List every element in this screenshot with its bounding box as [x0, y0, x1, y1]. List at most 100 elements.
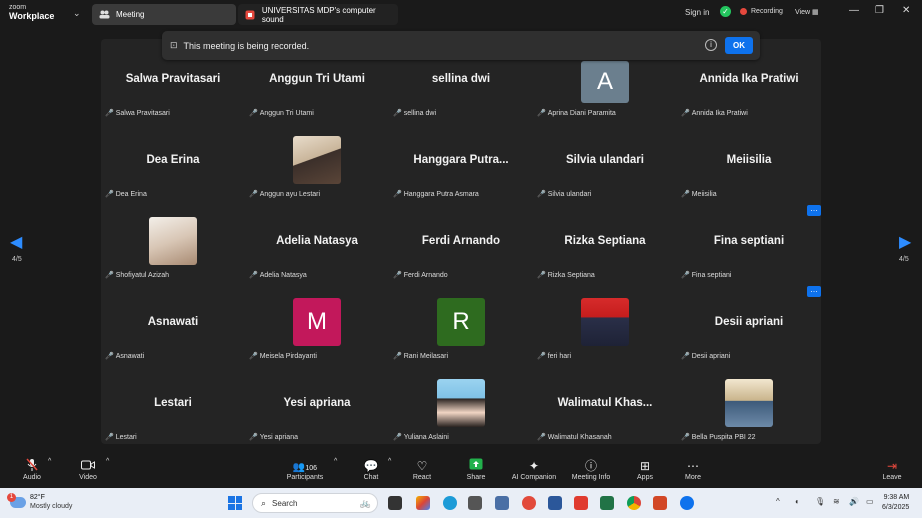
participants-icon: 👥106	[292, 462, 318, 473]
taskbar-clock[interactable]: 9:38 AM 6/3/2025	[882, 493, 909, 513]
mic-muted-icon: 🎤	[393, 191, 402, 198]
volume-icon[interactable]: 🔊	[849, 497, 859, 506]
apps-button[interactable]: ⊞ Apps	[634, 458, 656, 481]
minimize-icon[interactable]: —	[849, 5, 859, 16]
mic-muted-icon: 🎤	[393, 434, 402, 441]
battery-icon[interactable]: ▭	[866, 497, 874, 506]
participant-tile[interactable]: Silvia ulandari 🎤 Silvia ulandari	[533, 120, 677, 201]
participant-tile[interactable]: M 🎤 Meisela Pirdayanti	[245, 282, 389, 363]
store-icon[interactable]	[468, 496, 482, 510]
mic-muted-icon: 🎤	[249, 353, 258, 360]
more-button[interactable]: ⋯ More	[682, 458, 704, 481]
participant-tile[interactable]: Fina septiani 🎤 Fina septiani	[677, 201, 821, 282]
mic-muted-icon: 🎤	[681, 353, 690, 360]
ai-companion-button[interactable]: ✦ AI Companion	[510, 458, 558, 481]
wifi-icon[interactable]: ≋	[833, 497, 840, 506]
participant-tile[interactable]: Meiisilia 🎤 Meiisilia	[677, 120, 821, 201]
meeting-info-button[interactable]: ⓘ Meeting Info	[569, 458, 613, 481]
tab-share-screen[interactable]: UNIVERSITAS MDP's computer sound	[238, 4, 398, 25]
close-icon[interactable]: ✕	[902, 5, 910, 16]
avatar-photo	[293, 136, 341, 184]
participant-tile[interactable]: Adelia Natasya 🎤 Adelia Natasya	[245, 201, 389, 282]
sign-in-link[interactable]: Sign in	[685, 8, 709, 17]
zoom-logo[interactable]: zoom Workplace	[9, 3, 54, 21]
view-button[interactable]: View ▦	[795, 8, 819, 16]
audio-caret-icon[interactable]: ^	[48, 458, 51, 465]
edge-icon[interactable]	[443, 496, 457, 510]
participant-tile[interactable]: 🎤 feri hari	[533, 282, 677, 363]
windows-start-icon[interactable]	[228, 496, 242, 510]
participant-tile[interactable]: 🎤 Yuliana Aslaini	[389, 363, 533, 444]
file-explorer-icon[interactable]	[495, 496, 509, 510]
participant-name-label: 🎤 Bella Puspita PBI 22	[681, 433, 756, 442]
pdf-icon[interactable]	[574, 496, 588, 510]
participant-name-label: 🎤 Yuliana Aslaini	[393, 433, 449, 442]
next-page-icon[interactable]: ▶	[899, 232, 911, 252]
tab-meeting[interactable]: Meeting	[92, 4, 236, 25]
participant-display-name: Lestari	[154, 397, 192, 409]
participant-tile[interactable]: Yesi apriana 🎤 Yesi apriana	[245, 363, 389, 444]
chat-button[interactable]: 💬 Chat	[360, 458, 382, 481]
copilot-icon[interactable]	[416, 496, 430, 510]
participant-label-text: Dea Erina	[115, 190, 147, 198]
share-button[interactable]: Share	[463, 458, 489, 481]
participant-tile[interactable]: Lestari 🎤 Lestari	[101, 363, 245, 444]
prev-page-icon[interactable]: ◀	[10, 232, 22, 252]
share-screen-icon	[463, 458, 489, 474]
browser-icon[interactable]	[522, 496, 536, 510]
recording-label: Recording	[751, 8, 783, 15]
more-options-icon[interactable]: …	[807, 205, 821, 216]
react-button[interactable]: ♡ React	[410, 458, 434, 481]
mic-muted-icon: 🎤	[393, 110, 402, 117]
avatar: R	[437, 298, 485, 346]
mic-muted-icon: 🎤	[393, 272, 402, 279]
participant-tile[interactable]: 🎤 Anggun ayu Lestari	[245, 120, 389, 201]
shield-check-icon[interactable]: ✓	[720, 6, 731, 17]
info-icon[interactable]: i	[705, 39, 717, 51]
recording-indicator[interactable]: Recording	[740, 8, 783, 15]
participant-label-text: Meiisilia	[691, 190, 717, 198]
participant-tile[interactable]: Asnawati 🎤 Asnawati	[101, 282, 245, 363]
clock-date: 6/3/2025	[882, 504, 910, 511]
taskbar-search[interactable]: ⌕ Search 🚲	[252, 493, 378, 513]
participant-tile[interactable]: R 🎤 Rani Meilasari	[389, 282, 533, 363]
participants-caret-icon[interactable]: ^	[334, 458, 337, 465]
participant-tile[interactable]: Walimatul Khas... 🎤 Walimatul Khasanah	[533, 363, 677, 444]
word-icon[interactable]	[548, 496, 562, 510]
chrome-icon[interactable]	[627, 496, 641, 510]
participant-tile[interactable]: Desii apriani 🎤 Desii apriani	[677, 282, 821, 363]
participant-tile[interactable]: Dea Erina 🎤 Dea Erina	[101, 120, 245, 201]
chevron-down-icon[interactable]: ⌄	[73, 8, 81, 19]
video-caret-icon[interactable]: ^	[106, 458, 109, 465]
task-view-icon[interactable]	[388, 496, 402, 510]
more-options-icon[interactable]: …	[807, 286, 821, 297]
participants-button[interactable]: 👥106 Participants	[285, 458, 325, 481]
powerpoint-icon[interactable]	[653, 496, 667, 510]
participants-label: Participants	[286, 474, 324, 481]
participant-display-name: Yesi apriana	[283, 397, 351, 409]
tray-chevron-icon[interactable]: ^	[776, 497, 780, 506]
restore-icon[interactable]: ❐	[875, 5, 884, 16]
participant-tile[interactable]: 🎤 Bella Puspita PBI 22	[677, 363, 821, 444]
participant-tile[interactable]: 🎤 Shofiyatul Azizah	[101, 201, 245, 282]
participant-label-text: sellina dwi	[403, 109, 437, 117]
participant-tile[interactable]: Ferdi Arnando 🎤 Ferdi Arnando	[389, 201, 533, 282]
leave-button[interactable]: ⇥ Leave	[880, 458, 904, 481]
zoom-app-icon[interactable]	[680, 496, 694, 510]
tray-mic-icon[interactable]: 🎙	[815, 497, 825, 506]
participant-tile[interactable]: Hanggara Putra... 🎤 Hanggara Putra Asmara	[389, 120, 533, 201]
audio-label: Audio	[23, 474, 41, 481]
excel-icon[interactable]	[600, 496, 614, 510]
tray-app-icon[interactable]: ◐	[795, 497, 800, 506]
weather-widget[interactable]: 1 82°F Mostly cloudy	[7, 492, 72, 511]
chat-caret-icon[interactable]: ^	[388, 458, 391, 465]
participant-label-text: Bella Puspita PBI 22	[691, 433, 756, 441]
audio-button[interactable]: Audio	[20, 458, 44, 481]
participant-tile[interactable]: Rizka Septiana 🎤 Rizka Septiana	[533, 201, 677, 282]
ok-button[interactable]: OK	[725, 37, 753, 54]
avatar-photo	[149, 217, 197, 265]
tab-meeting-label: Meeting	[116, 10, 145, 19]
participant-display-name: Desii apriani	[714, 316, 784, 328]
video-button[interactable]: Video	[76, 458, 100, 481]
participant-display-name: Salwa Pravitasari	[125, 73, 221, 85]
